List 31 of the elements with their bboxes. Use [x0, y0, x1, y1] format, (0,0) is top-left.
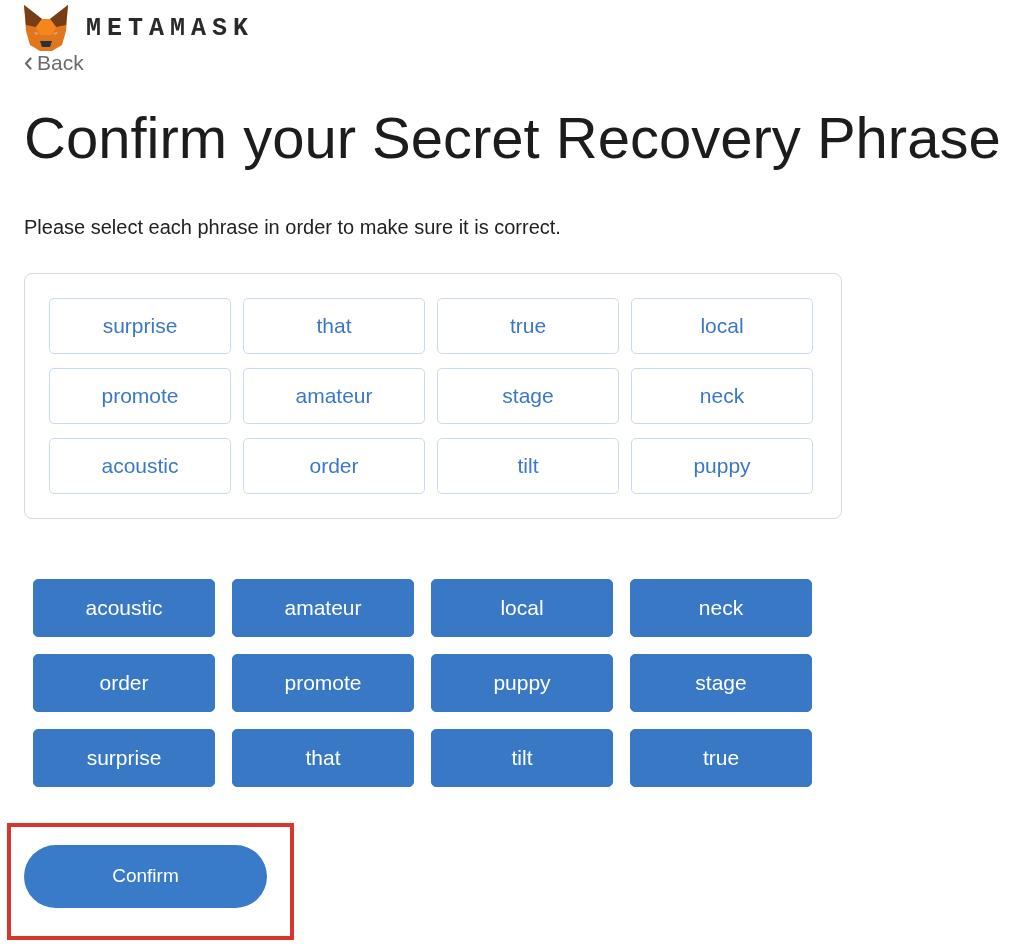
selected-word-chip[interactable]: true: [437, 297, 619, 354]
page-title: Confirm your Secret Recovery Phrase: [24, 105, 1002, 172]
selected-word-chip[interactable]: amateur: [243, 367, 425, 424]
word-choice-button[interactable]: tilt: [431, 728, 613, 787]
word-choice-button[interactable]: stage: [630, 653, 812, 712]
confirm-button[interactable]: Confirm: [24, 844, 267, 908]
word-choice-button[interactable]: order: [33, 653, 215, 712]
selected-word-chip[interactable]: that: [243, 297, 425, 354]
chevron-left-icon: [24, 56, 32, 70]
selected-word-chip[interactable]: acoustic: [49, 437, 231, 494]
selected-word-chip[interactable]: promote: [49, 367, 231, 424]
selected-word-chip[interactable]: tilt: [437, 437, 619, 494]
instruction-text: Please select each phrase in order to make sure it is correct.: [24, 215, 562, 239]
selected-word-chip[interactable]: local: [631, 297, 813, 354]
selected-word-chip[interactable]: puppy: [631, 437, 813, 494]
word-choice-button[interactable]: puppy: [431, 653, 613, 712]
word-choice-button[interactable]: surprise: [33, 728, 215, 787]
word-choice-button[interactable]: amateur: [232, 578, 414, 637]
word-choice-button[interactable]: true: [630, 728, 812, 787]
selected-word-chip[interactable]: order: [243, 437, 425, 494]
back-link[interactable]: Back: [24, 51, 84, 75]
selected-word-chip[interactable]: neck: [631, 367, 813, 424]
word-choice-button[interactable]: acoustic: [33, 578, 215, 637]
selected-word-chip[interactable]: surprise: [49, 297, 231, 354]
word-choice-button[interactable]: neck: [630, 578, 812, 637]
brand-wordmark: METAMASK: [86, 13, 255, 43]
fox-logo-icon: [22, 5, 70, 51]
selected-word-chip[interactable]: stage: [437, 367, 619, 424]
word-choice-button[interactable]: local: [431, 578, 613, 637]
word-choice-button[interactable]: that: [232, 728, 414, 787]
word-choice-button[interactable]: promote: [232, 653, 414, 712]
